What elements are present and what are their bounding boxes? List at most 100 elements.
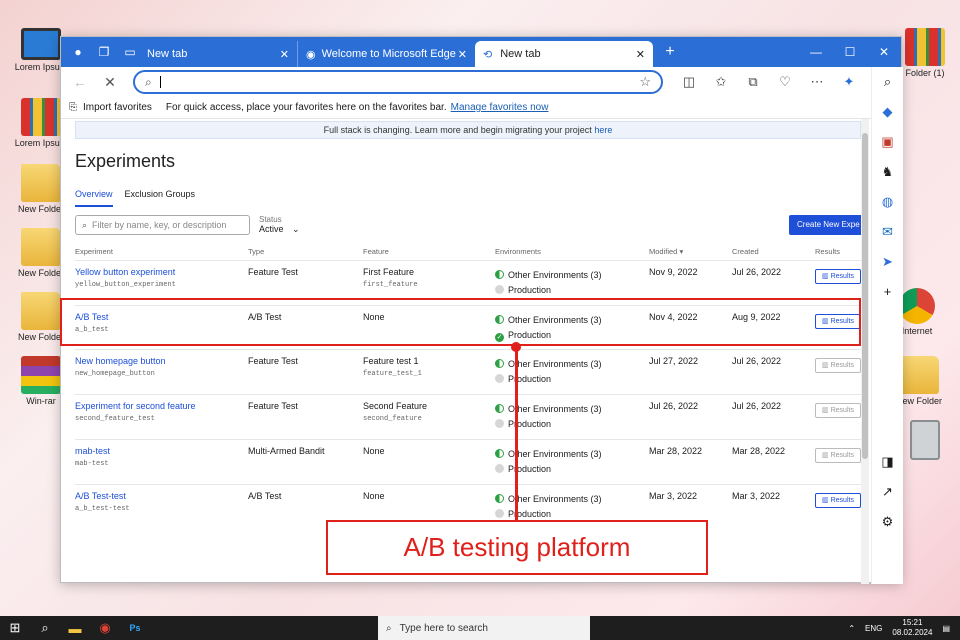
chrome-icon[interactable]: ◉ bbox=[90, 620, 120, 636]
filter-input[interactable]: ⌕ Filter by name, key, or description bbox=[75, 215, 250, 235]
results-button[interactable]: ▥ Results bbox=[815, 447, 861, 463]
outlook-icon[interactable]: ✉ bbox=[872, 217, 903, 247]
table-row[interactable]: Experiment for second feature second_feat… bbox=[75, 394, 861, 438]
col-modified[interactable]: Modified ▾ bbox=[649, 247, 683, 256]
scrollbar-thumb[interactable] bbox=[862, 133, 868, 459]
col-type[interactable]: Type bbox=[248, 247, 264, 256]
photoshop-icon[interactable]: Ps bbox=[120, 623, 150, 633]
connector-line bbox=[515, 346, 518, 521]
workspaces-icon[interactable]: ❐ bbox=[95, 43, 113, 61]
type-cell: Multi-Armed Bandit bbox=[248, 445, 325, 456]
close-icon[interactable]: ✕ bbox=[280, 48, 289, 61]
experiment-name-link[interactable]: New homepage button bbox=[75, 356, 166, 366]
tab-welcome-edge[interactable]: ◉ Welcome to Microsoft Edge ✕ bbox=[297, 41, 475, 67]
table-row[interactable]: A/B Test a_b_test A/B Test None Other Enviro… bbox=[75, 304, 861, 349]
copilot-icon[interactable]: ✦ bbox=[833, 74, 865, 90]
tab-new-tab-active[interactable]: ⟲ New tab ✕ bbox=[475, 41, 653, 67]
results-label: Results bbox=[830, 273, 854, 280]
import-favorites[interactable]: Import favorites bbox=[83, 102, 152, 113]
search-icon: ⌕ bbox=[386, 622, 392, 634]
drop-icon[interactable]: ➤ bbox=[872, 247, 903, 277]
experiment-name-link[interactable]: Experiment for second feature bbox=[75, 401, 196, 411]
language-indicator[interactable]: ENG bbox=[865, 624, 882, 633]
experiment-name-link[interactable]: A/B Test bbox=[75, 312, 108, 322]
feature-key: second_feature bbox=[363, 415, 422, 424]
tab-overview[interactable]: Overview bbox=[75, 189, 113, 207]
search-icon[interactable]: ⌕ bbox=[872, 67, 903, 97]
chart-icon: ▥ bbox=[822, 496, 831, 504]
created-cell: Mar 28, 2022 bbox=[732, 445, 786, 456]
minimize-icon[interactable]: — bbox=[799, 37, 833, 67]
type-cell: Feature Test bbox=[248, 267, 298, 277]
browser-essentials-icon[interactable]: ♡ bbox=[769, 74, 801, 90]
stop-icon[interactable]: ✕ bbox=[99, 71, 121, 93]
tools-icon[interactable]: ▣ bbox=[872, 127, 903, 157]
experiment-cell: A/B Test a_b_test bbox=[75, 312, 109, 334]
add-icon[interactable]: + bbox=[872, 277, 903, 307]
banner-link[interactable]: here bbox=[594, 125, 612, 135]
results-button[interactable]: ▥ Results bbox=[815, 492, 861, 508]
tab-new-tab-1[interactable]: New tab ✕ bbox=[139, 41, 297, 67]
gear-icon[interactable]: ⚙ bbox=[872, 507, 903, 537]
clock[interactable]: 15:21 08.02.2024 bbox=[892, 618, 932, 638]
maximize-icon[interactable]: ☐ bbox=[833, 37, 867, 67]
create-experiment-button[interactable]: Create New Expe bbox=[789, 215, 861, 235]
partial-status-icon bbox=[495, 448, 504, 458]
experiment-name-link[interactable]: Yellow button experiment bbox=[75, 267, 175, 277]
chevron-up-icon[interactable]: ⌃ bbox=[848, 624, 855, 633]
split-screen-icon[interactable]: ◫ bbox=[673, 74, 705, 90]
env-other: Other Environments (3) bbox=[508, 448, 602, 459]
col-experiment[interactable]: Experiment bbox=[75, 247, 113, 256]
col-created[interactable]: Created bbox=[732, 247, 759, 256]
tab-exclusion-groups[interactable]: Exclusion Groups bbox=[125, 189, 196, 207]
collections-icon[interactable]: ⧉ bbox=[737, 74, 769, 90]
manage-favorites-link[interactable]: Manage favorites now bbox=[451, 102, 549, 113]
games-icon[interactable]: ♞ bbox=[872, 157, 903, 187]
url-input[interactable]: ⌕ ☆ bbox=[133, 70, 663, 94]
feature-key: first_feature bbox=[363, 281, 418, 289]
results-button[interactable]: ▥ Results bbox=[815, 403, 861, 419]
profile-icon[interactable]: ● bbox=[69, 43, 87, 61]
file-explorer-icon[interactable]: ▬ bbox=[60, 621, 90, 636]
experiment-name-link[interactable]: mab-test bbox=[75, 446, 110, 456]
results-button[interactable]: ▥ Results bbox=[815, 313, 861, 329]
hide-sidebar-icon[interactable]: ◨ bbox=[872, 447, 903, 477]
environments-cell: Other Environments (3) Production bbox=[495, 402, 602, 432]
search-icon[interactable]: ⌕ bbox=[30, 620, 60, 636]
windows-start-icon[interactable]: ⊞ bbox=[0, 620, 30, 636]
close-icon[interactable]: ✕ bbox=[458, 48, 467, 61]
open-external-icon[interactable]: ↗ bbox=[872, 477, 903, 507]
chevron-down-icon: ⌄ bbox=[292, 224, 300, 234]
type-cell: A/B Test bbox=[248, 490, 282, 501]
results-label: Results bbox=[830, 407, 854, 415]
env-other: Other Environments (3) bbox=[508, 404, 602, 415]
status-dropdown[interactable]: Status Active ⌄ bbox=[259, 215, 300, 235]
favorites-icon[interactable]: ✩ bbox=[705, 74, 737, 90]
microsoft365-icon[interactable]: ◍ bbox=[872, 187, 903, 217]
more-icon[interactable]: ⋯ bbox=[801, 74, 833, 90]
env-production: Production bbox=[508, 285, 552, 295]
table-row[interactable]: New homepage button new_homepage_button Fe… bbox=[75, 349, 861, 393]
col-feature[interactable]: Feature bbox=[363, 247, 389, 256]
col-environments[interactable]: Environments bbox=[495, 247, 541, 256]
close-window-icon[interactable]: ✕ bbox=[867, 37, 901, 67]
new-tab-icon[interactable]: + bbox=[661, 43, 679, 61]
browser-window: ● ❐ ▭ New tab ✕ ◉ Welcome to Microsoft E… bbox=[60, 36, 903, 584]
shopping-icon[interactable]: ◆ bbox=[872, 97, 903, 127]
recycle-bin-icon[interactable] bbox=[896, 420, 954, 462]
table-row[interactable]: Yellow button experiment yellow_button_ex… bbox=[75, 260, 861, 304]
experiment-name-link[interactable]: A/B Test-test bbox=[75, 491, 126, 501]
desktop-icon-folder-1[interactable]: Folder (1) bbox=[896, 28, 954, 78]
environments-cell: Other Environments (3) Production bbox=[495, 447, 602, 477]
favorite-star-icon[interactable]: ☆ bbox=[639, 74, 651, 90]
tab-actions-icon[interactable]: ▭ bbox=[121, 43, 139, 61]
results-button[interactable]: ▥ Results bbox=[815, 358, 861, 374]
table-row[interactable]: mab-test mab-test Multi-Armed Bandit None Ot… bbox=[75, 438, 861, 483]
close-icon[interactable]: ✕ bbox=[636, 48, 645, 61]
notification-icon[interactable]: ▤ bbox=[942, 624, 950, 633]
taskbar-search-input[interactable]: ⌕ Type here to search bbox=[378, 616, 590, 640]
back-icon[interactable]: ← bbox=[69, 71, 91, 93]
monitor-icon bbox=[21, 28, 61, 60]
results-button[interactable]: ▥ Results bbox=[815, 269, 861, 284]
scrollbar[interactable] bbox=[861, 119, 869, 584]
